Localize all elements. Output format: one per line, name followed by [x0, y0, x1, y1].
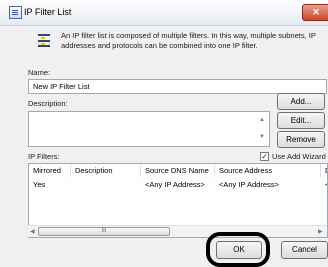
ip-filter-list-dialog: IP Filter List ✕ An IP filter list is co… [0, 0, 328, 267]
cell-mirrored: Yes [33, 180, 46, 189]
scrollbar-thumb[interactable]: III [38, 227, 170, 236]
add-button[interactable]: Add... [277, 93, 325, 110]
cell-source-dns-name: <Any IP Address> [145, 180, 205, 189]
column-header-description[interactable]: Description [71, 164, 141, 177]
ok-highlight-circle [206, 232, 270, 267]
column-header-destination[interactable]: D [321, 164, 327, 177]
cell-destination: < [321, 179, 327, 191]
table-row[interactable]: Yes <Any IP Address> <Any IP Address> < [29, 179, 327, 191]
info-text: An IP filter list is composed of multipl… [61, 31, 316, 50]
horizontal-scrollbar[interactable]: ◀ III ▶ [28, 225, 327, 237]
cell-source-address: <Any IP Address> [219, 180, 279, 189]
name-field[interactable]: New IP Filter List [28, 79, 327, 94]
use-add-wizard-label: Use Add Wizard [272, 152, 326, 161]
scroll-left-icon[interactable]: ◀ [30, 228, 35, 235]
column-header-source-address[interactable]: Source Address [215, 164, 321, 177]
column-header-mirrored[interactable]: Mirrored [29, 164, 71, 177]
filter-list-icon [37, 33, 51, 47]
edit-button[interactable]: Edit... [277, 112, 325, 129]
description-label: Description: [28, 99, 68, 108]
scroll-up-icon[interactable]: ▲ [259, 117, 265, 123]
column-header-source-dns-name[interactable]: Source DNS Name [141, 164, 215, 177]
close-button[interactable]: ✕ [302, 4, 328, 21]
scroll-right-icon[interactable]: ▶ [318, 228, 323, 235]
ip-filter-list-icon [9, 6, 22, 19]
ip-filters-label: IP Filters: [28, 152, 60, 161]
scroll-down-icon[interactable]: ▼ [259, 134, 265, 140]
remove-button[interactable]: Remove [277, 131, 325, 148]
use-add-wizard-checkbox[interactable]: ✓ [260, 152, 269, 161]
title-bar: IP Filter List ✕ [0, 0, 328, 26]
window-title: IP Filter List [24, 7, 72, 17]
name-label: Name: [28, 68, 51, 77]
cancel-button[interactable]: Cancel [281, 241, 328, 259]
description-field[interactable] [28, 111, 270, 147]
